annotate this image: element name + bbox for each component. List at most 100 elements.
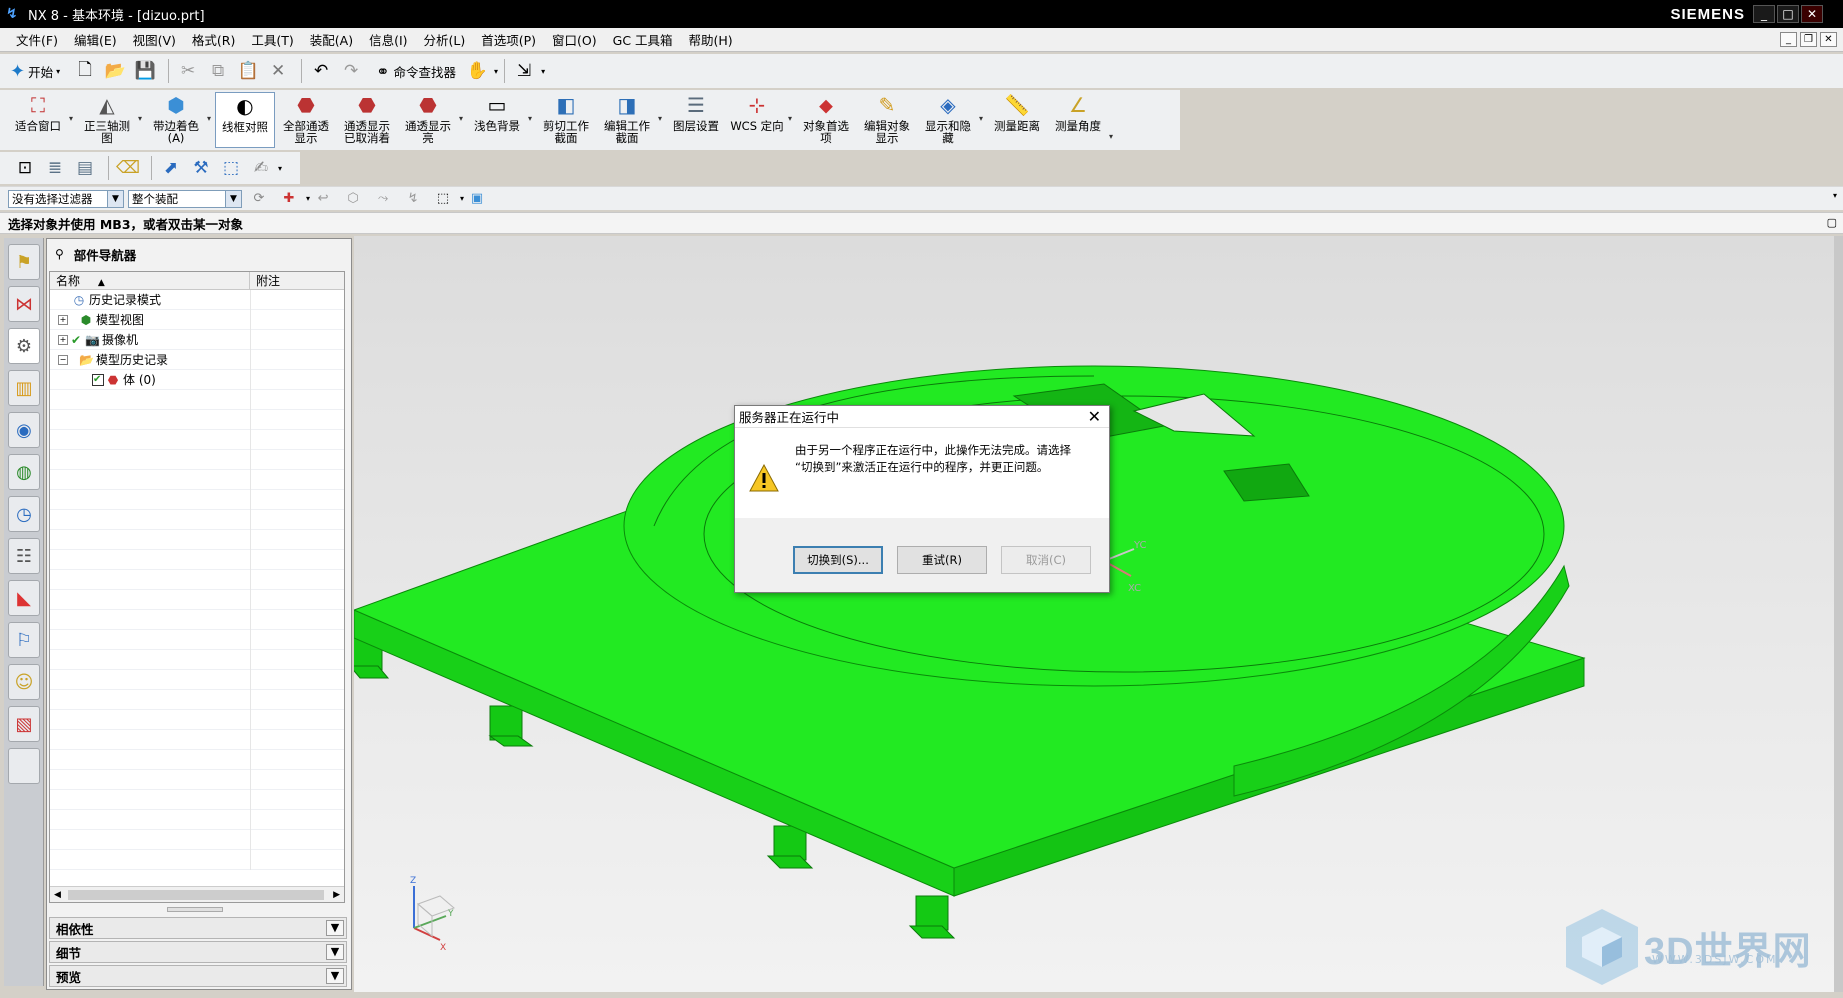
select-edge-icon[interactable]: ⤳ — [370, 186, 396, 212]
switch-to-button[interactable]: 切换到(S)... — [793, 546, 883, 574]
checkbox-icon[interactable]: ✔ — [92, 373, 104, 386]
frame-icon[interactable]: ⊡ — [12, 155, 38, 181]
show-hide-button[interactable]: ◈ 显示和隐 藏 — [918, 92, 978, 148]
eraser-icon[interactable]: ⌫ — [115, 155, 141, 181]
see-thru-bright-button[interactable]: ⬣ 通透显示 亮 — [398, 92, 458, 148]
system-materials-icon[interactable]: ☷ — [8, 538, 40, 574]
layer-book-icon[interactable]: ▤ — [72, 155, 98, 181]
open-folder-icon[interactable]: 📂 — [102, 58, 128, 84]
tree-row-history-mode[interactable]: ◷ 历史记录模式 — [50, 290, 344, 310]
type-filter-select[interactable]: 没有选择过滤器 ▼ — [8, 189, 124, 208]
scroll-left-icon[interactable]: ◀ — [54, 890, 61, 900]
history-icon[interactable]: ◷ — [8, 496, 40, 532]
expand-icon[interactable]: + — [58, 334, 68, 345]
tree-row-model-history[interactable]: − 📂 模型历史记录 — [50, 350, 344, 370]
manufacturing-wizard-icon[interactable]: ⚐ — [8, 622, 40, 658]
rect-select-icon[interactable]: ⬚ — [430, 186, 456, 212]
panel-splitter[interactable] — [167, 907, 223, 912]
delete-icon[interactable]: ✕ — [265, 58, 291, 84]
scroll-right-icon[interactable]: ▶ — [333, 890, 340, 900]
reset-filter-icon[interactable]: ⟳ — [246, 186, 272, 212]
menu-information[interactable]: 信息(I) — [361, 30, 415, 49]
measure-distance-button[interactable]: 📏 测量距离 — [987, 92, 1047, 148]
edit-object-display-button[interactable]: ✎ 编辑对象 显示 — [857, 92, 917, 148]
tree-row-model-views[interactable]: + ⬢ 模型视图 — [50, 310, 344, 330]
selection-scope-select[interactable]: 整个装配 ▼ — [128, 189, 242, 208]
menu-preferences[interactable]: 首选项(P) — [473, 30, 544, 49]
follow-icon[interactable]: ↩ — [310, 186, 336, 212]
reuse-library-icon[interactable]: ▥ — [8, 370, 40, 406]
horizontal-scrollbar[interactable]: ◀ ▶ — [50, 886, 344, 902]
constraint-icon[interactable]: ⬚ — [218, 155, 244, 181]
paste-icon[interactable]: 📋 — [235, 58, 261, 84]
trimetric-button[interactable]: ◭ 正三轴测 图 — [77, 92, 137, 148]
object-prefs-button[interactable]: ⬥ 对象首选 项 — [796, 92, 856, 148]
menu-format[interactable]: 格式(R) — [184, 30, 243, 49]
cancel-button[interactable]: 取消(C) — [1001, 546, 1091, 574]
chevron-down-icon[interactable]: ▼ — [326, 968, 344, 984]
layer-settings-button[interactable]: ☰ 图层设置 — [666, 92, 726, 148]
expand-icon[interactable]: + — [58, 314, 68, 325]
clip-section-button[interactable]: ◧ 剪切工作 截面 — [536, 92, 596, 148]
command-finder-button[interactable]: ⚭ 命令查找器 — [376, 62, 456, 81]
section-preview[interactable]: 预览 ▼ — [49, 965, 347, 987]
touch-mode-icon[interactable]: ✋ — [464, 58, 490, 84]
chevron-down-icon[interactable]: ▼ — [326, 944, 344, 960]
save-icon[interactable]: 💾 — [132, 58, 158, 84]
menu-tools[interactable]: 工具(T) — [243, 30, 301, 49]
column-notes-header[interactable]: 附注 — [250, 272, 280, 289]
pin-icon[interactable]: ⚲ — [55, 247, 64, 261]
retry-button[interactable]: 重试(R) — [897, 546, 987, 574]
menu-assemblies[interactable]: 装配(A) — [302, 30, 361, 49]
measure-angle-button[interactable]: ∠ 测量角度 — [1048, 92, 1108, 148]
menu-analysis[interactable]: 分析(L) — [416, 30, 474, 49]
menu-edit[interactable]: 编辑(E) — [66, 30, 125, 49]
wcs-orient-button[interactable]: ⊹ WCS 定向 — [727, 92, 787, 148]
tree-row-body[interactable]: ✔ ⬣ 体 (0) — [50, 370, 344, 390]
empty-tab-icon[interactable] — [8, 748, 40, 784]
doc-restore-button[interactable]: ❐ — [1800, 32, 1817, 47]
copy-icon[interactable]: ⧉ — [205, 58, 231, 84]
hammer-icon[interactable]: ⚒ — [188, 155, 214, 181]
light-background-button[interactable]: ▭ 浅色背景 — [467, 92, 527, 148]
menu-help[interactable]: 帮助(H) — [681, 30, 741, 49]
roles-icon[interactable]: ☺ — [8, 664, 40, 700]
vertical-scrollbar[interactable] — [1834, 236, 1843, 992]
menu-view[interactable]: 视图(V) — [125, 30, 184, 49]
select-curve-icon[interactable]: ↯ — [400, 186, 426, 212]
select-face-icon[interactable]: ⬡ — [340, 186, 366, 212]
shaded-edges-button[interactable]: ⬢ 带边着色 (A) — [146, 92, 206, 148]
see-thru-all-button[interactable]: ⬣ 全部通透 显示 — [276, 92, 336, 148]
assembly-navigator-icon[interactable]: ⚑ — [8, 244, 40, 280]
undo-icon[interactable]: ↶ — [308, 58, 334, 84]
minimize-button[interactable]: _ — [1753, 5, 1775, 23]
graphics-window[interactable]: XC YC Z Y X — [354, 236, 1834, 992]
redo-icon[interactable]: ↷ — [338, 58, 364, 84]
system-visualization-icon[interactable]: ▧ — [8, 706, 40, 742]
process-studio-icon[interactable]: ◣ — [8, 580, 40, 616]
section-dependencies[interactable]: 相依性 ▼ — [49, 917, 347, 939]
dialog-close-icon[interactable]: ✕ — [1088, 408, 1101, 426]
new-file-icon[interactable]: 🗋 — [72, 58, 98, 84]
model-view[interactable]: XC YC Z Y X — [354, 236, 1834, 992]
menu-gc-toolkit[interactable]: GC 工具箱 — [605, 30, 681, 49]
selection-options-icon[interactable]: ⇲ — [511, 58, 537, 84]
drafting-icon[interactable]: ✍ — [248, 155, 274, 181]
assembly-add-icon[interactable]: ⬈ — [158, 155, 184, 181]
see-thru-cancel-button[interactable]: ⬣ 通透显示 已取消着 — [337, 92, 397, 148]
status-icon[interactable]: ▢ — [1827, 216, 1837, 229]
tree-row-cameras[interactable]: + ✔ 📷 摄像机 — [50, 330, 344, 350]
toolbar-options-icon[interactable]: ▾ — [1833, 191, 1837, 200]
maximize-button[interactable]: □ — [1777, 5, 1799, 23]
start-button[interactable]: ✦ 开始 ▾ — [10, 61, 60, 82]
menu-file[interactable]: 文件(F) — [8, 30, 66, 49]
cut-icon[interactable]: ✂ — [175, 58, 201, 84]
fit-window-button[interactable]: ⛶ 适合窗口 — [8, 92, 68, 148]
menu-window[interactable]: 窗口(O) — [544, 30, 605, 49]
chevron-down-icon[interactable]: ▼ — [326, 920, 344, 936]
column-name-header[interactable]: 名称 ▲ — [50, 272, 250, 289]
web-browser-icon[interactable]: ◍ — [8, 454, 40, 490]
snap-point-icon[interactable]: ✚ — [276, 186, 302, 212]
layers-icon[interactable]: ≣ — [42, 155, 68, 181]
wireframe-button[interactable]: ◐ 线框对照 — [215, 92, 275, 148]
